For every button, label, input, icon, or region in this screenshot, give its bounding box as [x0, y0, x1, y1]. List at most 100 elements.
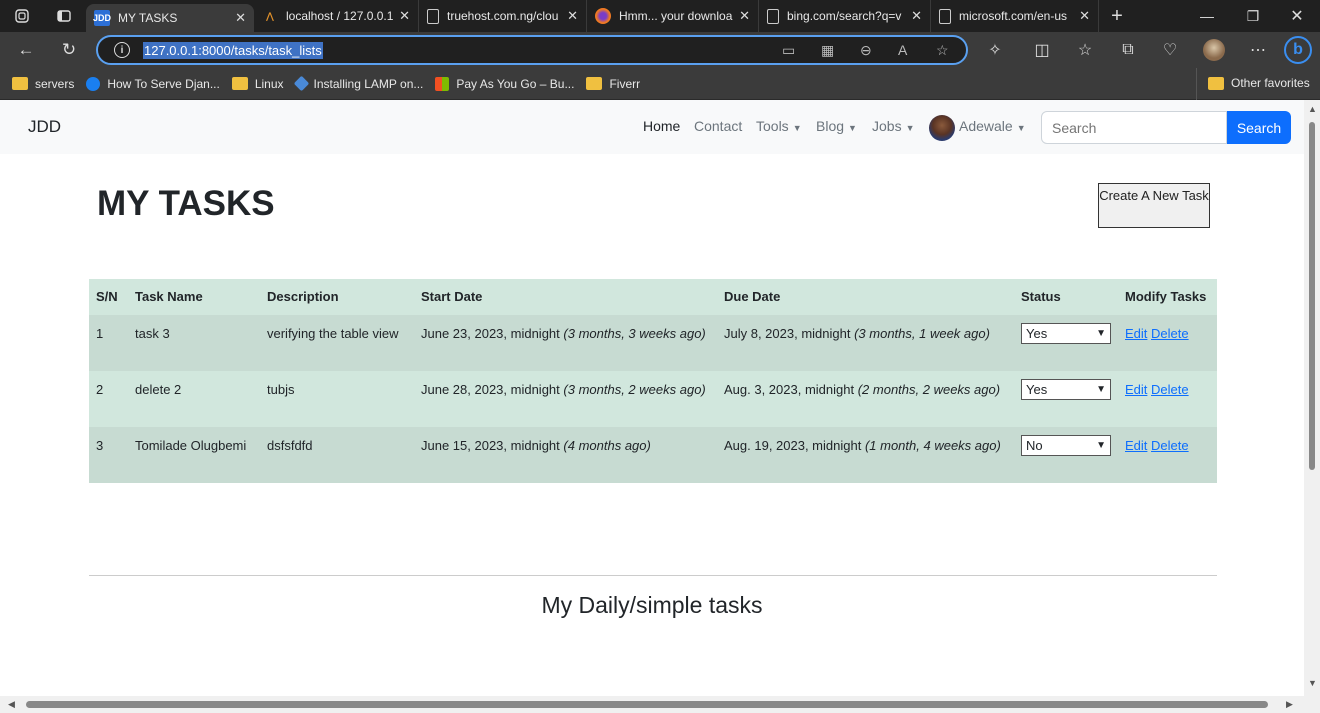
- edit-link[interactable]: Edit: [1125, 438, 1147, 453]
- address-bar[interactable]: i 127.0.0.1:8000/tasks/task_lists ▭ ▦ ⊖ …: [96, 35, 968, 65]
- cell-due-date: Aug. 19, 2023, midnight (1 month, 4 week…: [717, 427, 1014, 483]
- split-screen-icon[interactable]: ◫: [1030, 38, 1054, 62]
- due-date-relative: (2 months, 2 weeks ago): [857, 382, 1001, 397]
- start-date-relative: (3 months, 3 weeks ago): [563, 326, 706, 341]
- edit-link[interactable]: Edit: [1125, 326, 1147, 341]
- url-text[interactable]: 127.0.0.1:8000/tasks/task_lists: [143, 41, 323, 59]
- scroll-up-icon[interactable]: ▲: [1308, 104, 1317, 114]
- nav-blog[interactable]: Blog ▼: [816, 118, 857, 134]
- bookmark-label: Linux: [254, 76, 284, 91]
- caret-down-icon: ▼: [792, 123, 802, 133]
- create-task-button[interactable]: Create A New Task: [1098, 183, 1210, 228]
- bookmarks-divider: [1196, 68, 1197, 100]
- header-task-name: Task Name: [128, 279, 260, 315]
- status-select[interactable]: Yes ▼: [1021, 323, 1111, 344]
- tab-truehost[interactable]: truehost.com.ng/clou ✕: [419, 0, 587, 32]
- favorites-icon[interactable]: ☆: [1073, 38, 1097, 62]
- workspaces-icon[interactable]: [12, 6, 32, 26]
- bing-copilot-icon[interactable]: b: [1284, 36, 1312, 64]
- delete-link[interactable]: Delete: [1151, 382, 1189, 397]
- close-tab-icon[interactable]: ✕: [567, 8, 578, 24]
- nav-jobs[interactable]: Jobs ▼: [872, 118, 915, 134]
- tab-downloads[interactable]: Hmm... your downloa ✕: [587, 0, 759, 32]
- folder-icon: [586, 77, 603, 90]
- delete-link[interactable]: Delete: [1151, 326, 1189, 341]
- browser-essentials-icon[interactable]: ♡: [1158, 38, 1182, 62]
- status-select[interactable]: No ▼: [1021, 435, 1111, 456]
- bookmark-linux[interactable]: Linux: [231, 76, 284, 91]
- profile-avatar[interactable]: [1202, 38, 1226, 62]
- status-select[interactable]: Yes ▼: [1021, 379, 1111, 400]
- tab-microsoft[interactable]: microsoft.com/en-us ✕: [931, 0, 1099, 32]
- bookmark-pay-as-you-go[interactable]: Pay As You Go – Bu...: [435, 76, 574, 91]
- due-date-text: Aug. 3, 2023, midnight: [724, 382, 855, 397]
- tab-actions-icon[interactable]: [54, 6, 74, 26]
- scroll-down-icon[interactable]: ▼: [1308, 678, 1317, 688]
- bookmark-installing-lamp[interactable]: Installing LAMP on...: [293, 75, 424, 92]
- new-tab-button[interactable]: +: [1107, 5, 1127, 27]
- site-navbar: JDD Home Contact Tools ▼ Blog ▼ Jobs ▼ Adew…: [0, 100, 1304, 154]
- close-tab-icon[interactable]: ✕: [235, 10, 246, 26]
- nav-tools[interactable]: Tools ▼: [756, 118, 802, 134]
- firefox-icon: [595, 8, 611, 24]
- nav-home[interactable]: Home: [643, 118, 680, 134]
- edit-link[interactable]: Edit: [1125, 382, 1147, 397]
- collections-icon[interactable]: ⧉: [1116, 38, 1140, 62]
- scroll-right-icon[interactable]: ▶: [1286, 699, 1293, 710]
- bookmark-serve-django[interactable]: How To Serve Djan...: [86, 76, 220, 91]
- cell-modify: Edit Delete: [1118, 371, 1217, 427]
- search-input[interactable]: [1041, 111, 1227, 144]
- extensions-icon[interactable]: ✧: [983, 38, 1007, 62]
- site-brand[interactable]: JDD: [28, 117, 61, 137]
- user-avatar[interactable]: [929, 115, 955, 141]
- cell-due-date: July 8, 2023, midnight (3 months, 1 week…: [717, 315, 1014, 371]
- header-due-date: Due Date: [717, 279, 1014, 315]
- scroll-left-icon[interactable]: ◀: [8, 699, 15, 710]
- nav-user-menu[interactable]: Adewale ▼: [959, 118, 1026, 134]
- tab-my-tasks[interactable]: JDD MY TASKS ✕: [86, 4, 254, 32]
- tab-bing[interactable]: bing.com/search?q=v ✕: [759, 0, 931, 32]
- bookmark-other-favorites[interactable]: Other favorites: [1208, 76, 1310, 90]
- close-tab-icon[interactable]: ✕: [911, 8, 922, 24]
- chevron-down-icon: ▼: [1096, 440, 1106, 451]
- minimize-icon[interactable]: —: [1184, 0, 1230, 32]
- read-aloud-icon[interactable]: A: [898, 42, 907, 58]
- nav-user-label: Adewale: [959, 118, 1013, 134]
- refresh-icon[interactable]: ↻: [57, 38, 81, 62]
- delete-link[interactable]: Delete: [1151, 438, 1189, 453]
- bookmark-label: Installing LAMP on...: [313, 76, 424, 91]
- chevron-down-icon: ▼: [1096, 328, 1106, 339]
- tab-title: truehost.com.ng/clou: [447, 9, 559, 23]
- cell-start-date: June 15, 2023, midnight (4 months ago): [414, 427, 717, 483]
- search-button[interactable]: Search: [1227, 111, 1291, 144]
- more-menu-icon[interactable]: ⋯: [1246, 38, 1270, 62]
- vertical-scroll-thumb[interactable]: [1309, 122, 1315, 470]
- site-info-icon[interactable]: i: [114, 42, 130, 58]
- header-start-date: Start Date: [414, 279, 717, 315]
- vertical-scrollbar[interactable]: ▲ ▼: [1304, 100, 1320, 696]
- horizontal-scroll-thumb[interactable]: [26, 701, 1268, 708]
- back-icon[interactable]: ←: [14, 38, 38, 62]
- bookmark-fiverr[interactable]: Fiverr: [586, 77, 640, 91]
- caret-down-icon: ▼: [848, 123, 857, 133]
- tasks-table: S/N Task Name Description Start Date Due…: [89, 279, 1217, 483]
- tab-localhost[interactable]: ⋀ localhost / 127.0.0.1 | ✕: [254, 0, 419, 32]
- nav-contact[interactable]: Contact: [694, 118, 742, 134]
- bookmark-label: servers: [35, 76, 75, 91]
- zoom-icon[interactable]: ⊖: [860, 42, 872, 59]
- close-window-icon[interactable]: ✕: [1274, 0, 1320, 32]
- page-icon: [767, 8, 779, 24]
- horizontal-scrollbar[interactable]: ◀ ▶: [0, 696, 1320, 713]
- cell-task-name: delete 2: [128, 371, 260, 427]
- due-date-relative: (1 month, 4 weeks ago): [864, 438, 1001, 453]
- bookmark-servers[interactable]: servers: [12, 77, 74, 91]
- close-tab-icon[interactable]: ✕: [1079, 8, 1090, 24]
- address-toolbar: ← ↻ i 127.0.0.1:8000/tasks/task_lists ▭ …: [0, 32, 1320, 68]
- app-available-icon[interactable]: ▭: [782, 42, 795, 59]
- extensions-grid-icon[interactable]: ▦: [821, 42, 834, 59]
- close-tab-icon[interactable]: ✕: [739, 8, 750, 24]
- favorite-star-icon[interactable]: ☆: [936, 42, 949, 59]
- close-tab-icon[interactable]: ✕: [399, 8, 410, 24]
- restore-icon[interactable]: ❐: [1230, 0, 1276, 32]
- table-row: 1 task 3 verifying the table view June 2…: [89, 315, 1217, 371]
